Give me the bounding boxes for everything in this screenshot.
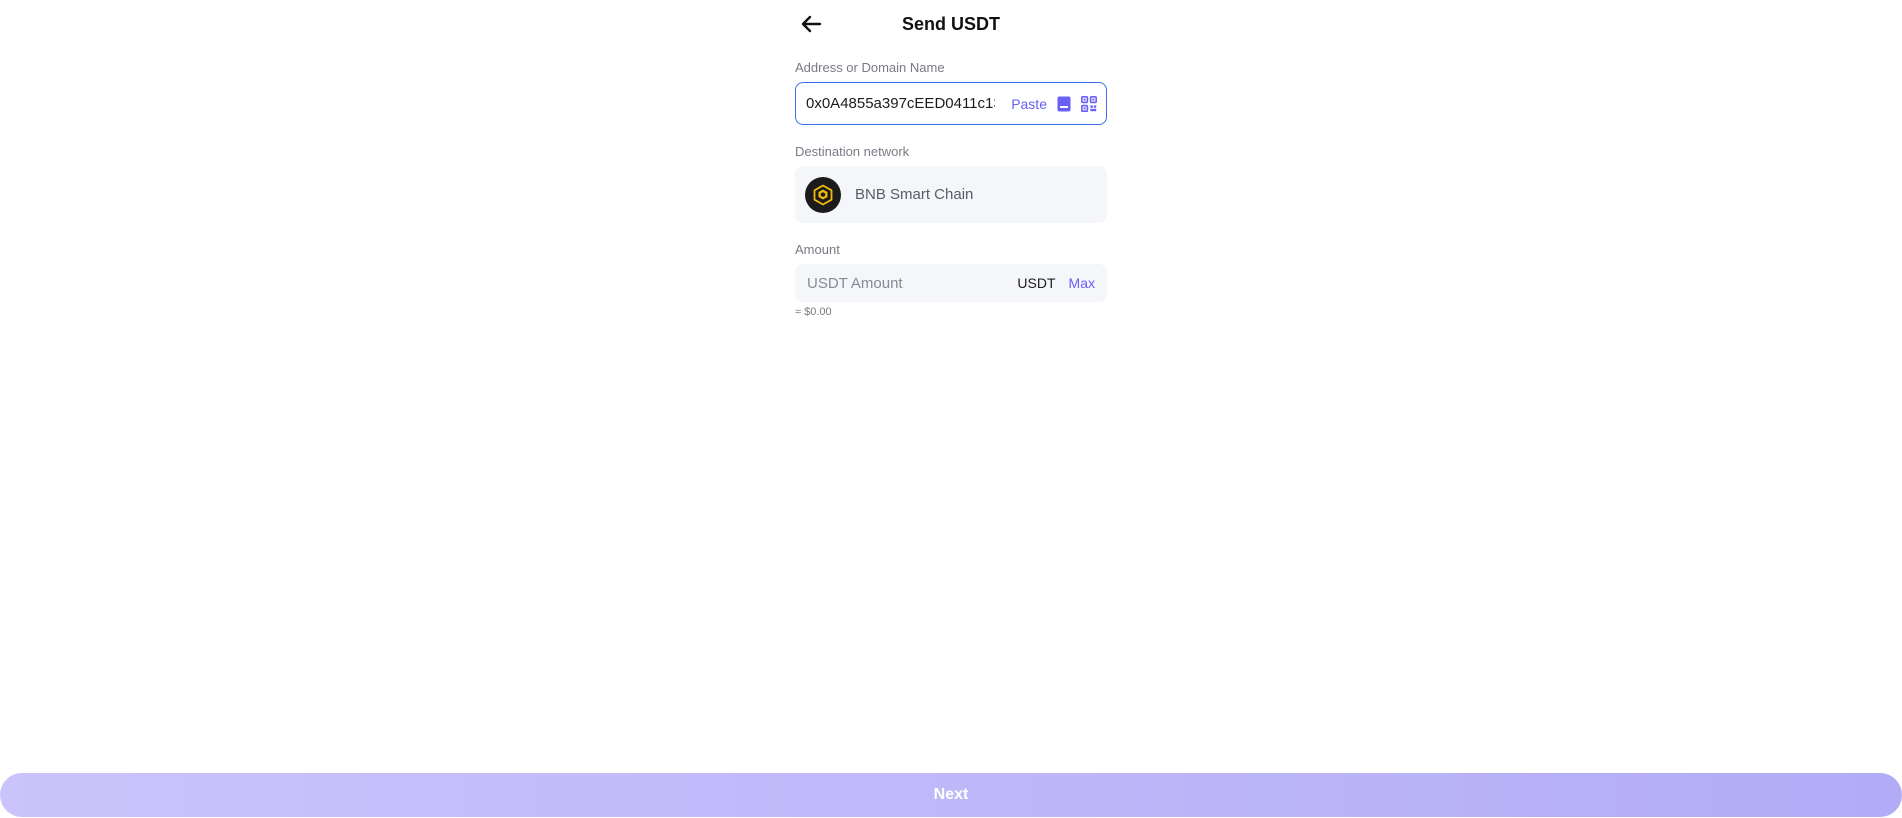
- next-button[interactable]: Next: [0, 773, 1902, 817]
- scan-qr-button[interactable]: [1081, 95, 1097, 112]
- paste-button[interactable]: Paste: [1011, 96, 1047, 112]
- fiat-value: ≈ $0.00: [795, 306, 832, 318]
- page-title: Send USDT: [901, 14, 1000, 34]
- amount-input[interactable]: [807, 274, 1018, 292]
- address-book-button[interactable]: [1056, 96, 1072, 112]
- amount-label: Amount: [795, 242, 840, 257]
- network-selector[interactable]: BNB Smart Chain: [795, 166, 1107, 223]
- arrow-left-icon: [801, 15, 822, 33]
- max-button[interactable]: Max: [1069, 275, 1095, 291]
- network-label: Destination network: [795, 144, 910, 159]
- bnb-logo-icon: [805, 176, 841, 213]
- amount-unit: USDT: [1017, 275, 1056, 291]
- header: Send USDT: [795, 8, 1107, 40]
- send-form: Address or Domain Name Paste: [795, 60, 1107, 318]
- address-label: Address or Domain Name: [795, 60, 945, 75]
- address-field[interactable]: Paste: [795, 82, 1107, 125]
- send-usdt-screen: Send USDT Address or Domain Name Paste: [0, 0, 1902, 818]
- back-button[interactable]: [795, 8, 827, 40]
- address-book-icon: [1057, 96, 1071, 111]
- amount-field[interactable]: USDT Max: [795, 264, 1107, 302]
- address-input[interactable]: [806, 95, 996, 112]
- qr-scan-icon: [1081, 95, 1097, 112]
- network-name: BNB Smart Chain: [855, 186, 974, 203]
